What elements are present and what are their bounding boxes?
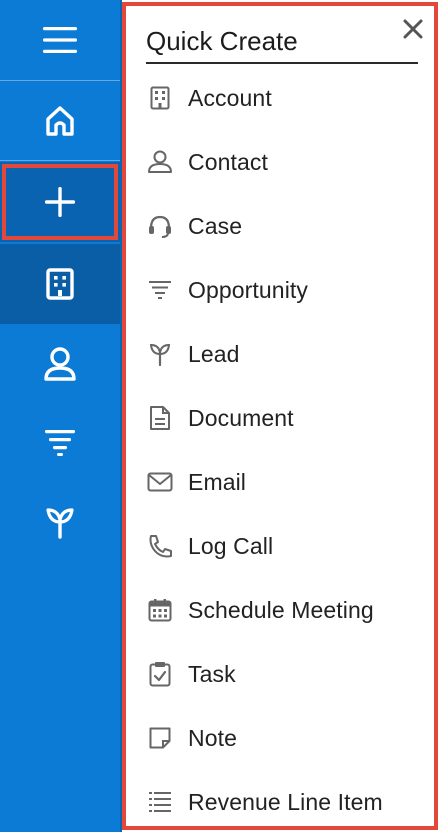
opportunities-module-button[interactable] bbox=[0, 402, 120, 482]
quick-create-contact[interactable]: Contact bbox=[126, 130, 434, 194]
funnel-icon bbox=[126, 280, 188, 300]
menu-item-label: Schedule Meeting bbox=[188, 596, 374, 623]
hamburger-menu-button[interactable] bbox=[0, 0, 120, 80]
quick-create-case[interactable]: Case bbox=[126, 194, 434, 258]
quick-create-schedule-meeting[interactable]: Schedule Meeting bbox=[126, 578, 434, 642]
building-icon bbox=[46, 268, 74, 300]
funnel-icon bbox=[45, 430, 75, 456]
home-button[interactable] bbox=[0, 81, 120, 161]
quick-create-menu: Account Contact Case Opportunity Lead Do… bbox=[126, 66, 434, 832]
menu-item-label: Document bbox=[188, 404, 294, 431]
quick-create-note[interactable]: Note bbox=[126, 706, 434, 770]
menu-item-label: Email bbox=[188, 468, 247, 495]
close-button[interactable] bbox=[398, 14, 428, 44]
rail-divider bbox=[0, 160, 120, 161]
quick-create-task[interactable]: Task bbox=[126, 642, 434, 706]
menu-item-label: Case bbox=[188, 212, 243, 239]
calendar-icon bbox=[126, 598, 188, 622]
person-icon bbox=[126, 150, 188, 174]
menu-item-label: Opportunity bbox=[188, 276, 308, 303]
menu-item-label: Task bbox=[188, 660, 236, 687]
document-icon bbox=[126, 405, 188, 431]
envelope-icon bbox=[126, 472, 188, 492]
task-check-icon bbox=[126, 661, 188, 687]
phone-icon bbox=[126, 533, 188, 559]
sprout-icon bbox=[126, 342, 188, 366]
menu-item-label: Revenue Line Item bbox=[188, 788, 383, 815]
menu-item-label: Account bbox=[188, 84, 272, 111]
quick-create-account[interactable]: Account bbox=[126, 66, 434, 130]
plus-icon bbox=[45, 187, 75, 217]
quick-create-document[interactable]: Document bbox=[126, 386, 434, 450]
quick-create-button[interactable] bbox=[0, 162, 120, 242]
person-icon bbox=[44, 347, 76, 381]
home-icon bbox=[46, 106, 74, 136]
list-icon bbox=[126, 790, 188, 814]
quick-create-panel: Quick Create Account Contact Case Opport… bbox=[122, 2, 438, 830]
building-icon bbox=[126, 86, 188, 110]
menu-item-label: Log Call bbox=[188, 532, 274, 559]
menu-item-label: Contact bbox=[188, 148, 268, 175]
menu-item-label: Note bbox=[188, 724, 237, 751]
headset-icon bbox=[126, 214, 188, 238]
navigation-rail bbox=[0, 0, 122, 832]
sprout-icon bbox=[46, 508, 74, 539]
panel-title: Quick Create bbox=[146, 22, 418, 64]
leads-module-button[interactable] bbox=[0, 482, 120, 562]
hamburger-menu-icon bbox=[43, 27, 77, 53]
quick-create-email[interactable]: Email bbox=[126, 450, 434, 514]
quick-create-opportunity[interactable]: Opportunity bbox=[126, 258, 434, 322]
quick-create-lead[interactable]: Lead bbox=[126, 322, 434, 386]
close-icon bbox=[403, 19, 423, 39]
note-icon bbox=[126, 727, 188, 749]
menu-item-label: Lead bbox=[188, 340, 240, 367]
quick-create-revenue-line-item[interactable]: Revenue Line Item bbox=[126, 770, 434, 832]
contacts-module-button[interactable] bbox=[0, 324, 120, 404]
accounts-module-button[interactable] bbox=[0, 244, 120, 324]
quick-create-log-call[interactable]: Log Call bbox=[126, 514, 434, 578]
